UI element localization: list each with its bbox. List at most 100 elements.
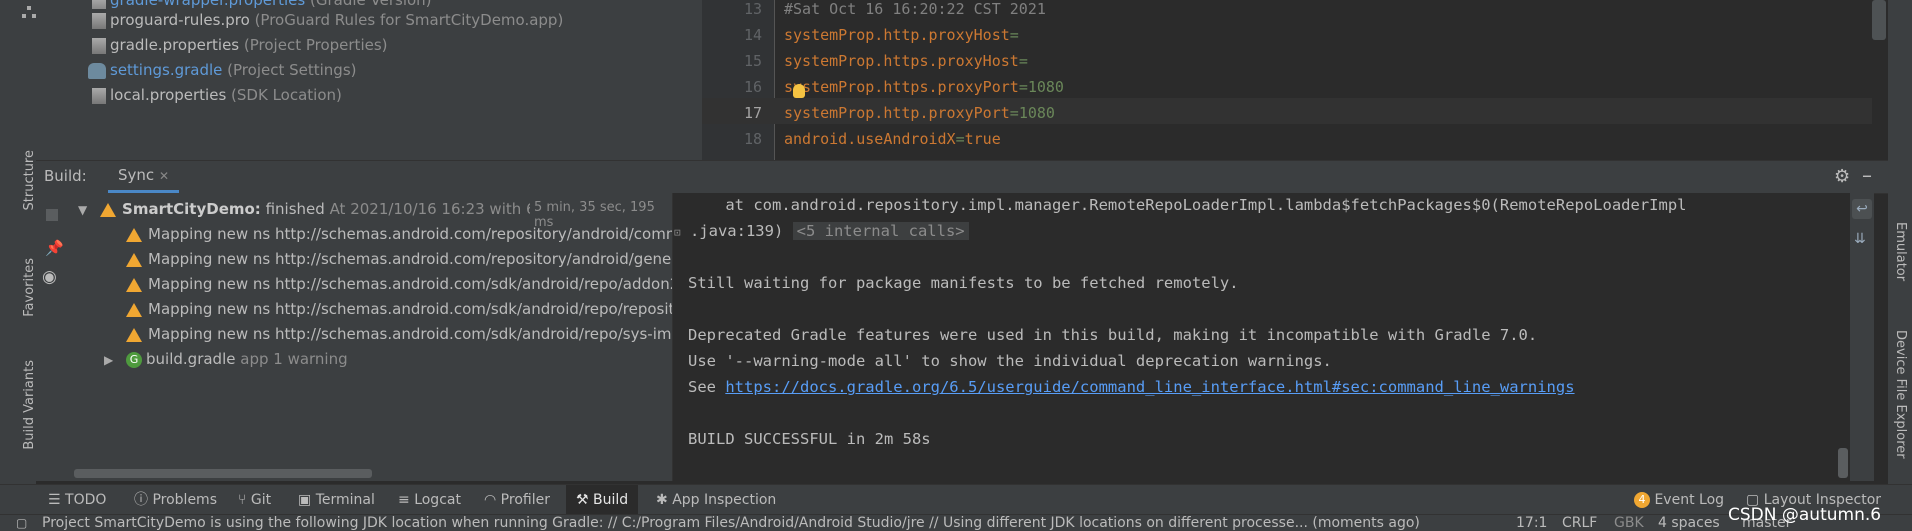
warning-icon [126,227,142,242]
warning-text: Mapping new ns http://schemas.android.co… [148,325,682,343]
console-line: Use '--warning-mode all' to show the ind… [688,352,1332,370]
warning-icon [100,202,117,217]
tab-label: Problems [152,492,217,508]
tree-warning-row[interactable]: Mapping new ns http://schemas.android.co… [126,297,674,322]
gradle-docs-link[interactable]: https://docs.gradle.org/6.5/userguide/co… [725,378,1574,396]
tab-sync-label: Sync [118,166,155,184]
favorites-tab[interactable]: Favorites [22,258,37,317]
emulator-tab[interactable]: Emulator [1893,222,1908,281]
build-tree: ▼ SmartCityDemo: finished At 2021/10/16 … [68,193,681,481]
tree-item-name: local.properties [110,86,227,104]
root-status: finished [265,200,325,218]
code-line: systemProp.http.proxyHost= [784,26,1019,44]
gear-icon[interactable]: ⚙ [1834,166,1850,187]
tab-todo[interactable]: ☰ TODO [48,485,106,515]
tab-app-inspection[interactable]: ✱ App Inspection [656,485,776,515]
tree-item-name: gradle.properties [110,36,240,54]
tree-warning-row[interactable]: Mapping new ns http://schemas.android.co… [126,322,681,347]
scroll-to-end-icon[interactable]: ⇊ [1854,231,1866,247]
warning-icon [126,252,142,267]
tree-item[interactable]: local.properties (SDK Location) [92,83,342,108]
tab-problems[interactable]: ⓘ Problems [134,485,217,515]
code-line: systemProp.https.proxyPort=1080 [784,78,1064,96]
tree-item[interactable]: settings.gradle (Project Settings) [88,58,357,83]
tab-build[interactable]: ⚒ Build [566,485,639,515]
warning-icon [126,302,142,317]
tab-sync[interactable]: Sync ✕ [108,161,179,193]
fold-icon[interactable]: ⊡ [674,226,681,239]
tab-label: Profiler [500,492,550,508]
indent-setting[interactable]: 4 spaces [1658,515,1720,531]
internal-calls-badge[interactable]: <5 internal calls> [792,222,969,240]
line-separator[interactable]: CRLF [1562,515,1597,531]
watermark: CSDN @autumn.6 [1728,505,1882,525]
tree-child-row[interactable]: ▶ Gbuild.gradle app 1 warning [104,347,348,372]
tree-item[interactable]: proguard-rules.pro (ProGuard Rules for S… [92,8,563,33]
tab-git[interactable]: ⑂ Git [238,485,271,515]
tree-item-name: settings.gradle [110,61,223,79]
warning-text: Mapping new ns http://schemas.android.co… [148,300,675,318]
tab-label: Terminal [315,492,375,508]
tree-item-hint: (Project Properties) [243,36,388,54]
caret-position[interactable]: 17:1 [1516,515,1547,531]
properties-file-icon [92,87,106,104]
tree-item[interactable]: gradle.properties (Project Properties) [92,33,388,58]
tab-terminal[interactable]: ▣ Terminal [298,485,375,515]
gauge-icon: ◠ [484,492,497,508]
console-scrollbar[interactable] [1838,448,1848,478]
minimize-icon[interactable]: – [1862,163,1872,187]
child-name: build.gradle [146,350,236,368]
structure-tab[interactable]: Structure [22,150,37,210]
file-icon [92,12,106,29]
close-icon[interactable]: ✕ [159,169,169,183]
code-line: android.useAndroidX=true [784,130,1001,148]
tab-label: TODO [65,492,107,508]
tree-warning-row[interactable]: Mapping new ns http://schemas.android.co… [126,222,680,247]
tree-item-hint: (Project Settings) [227,61,357,79]
horizontal-scrollbar[interactable] [74,469,372,478]
line-number: 17 [743,104,762,122]
hierarchy-icon[interactable] [22,4,36,18]
file-encoding[interactable]: GBK [1614,515,1644,531]
tree-item-hint: (ProGuard Rules for SmartCityDemo.app) [254,11,564,29]
pin-icon[interactable]: 📌 [45,239,64,257]
code-line-comment: #Sat Oct 16 16:20:22 CST 2021 [784,0,1046,18]
device-file-explorer-tab[interactable]: Device File Explorer [1893,330,1908,459]
tree-item-name: proguard-rules.pro [110,11,250,29]
console-text: See [688,378,726,396]
code-line: systemProp.http.proxyPort=1080 [784,104,1055,122]
status-toggle-icon[interactable]: ▢ [16,515,27,531]
console-line: at com.android.repository.impl.manager.R… [688,196,1687,214]
eye-icon[interactable]: ◉ [42,267,57,287]
line-number: 18 [743,130,762,148]
build-variants-tab[interactable]: Build Variants [22,360,37,450]
tab-event-log[interactable]: 4 Event Log [1634,485,1724,515]
tab-logcat[interactable]: ≡ Logcat [398,485,461,515]
chevron-right-icon[interactable]: ▶ [104,353,113,367]
soft-wrap-icon[interactable]: ↩ [1852,199,1872,219]
tree-warning-row[interactable]: Mapping new ns http://schemas.android.co… [126,247,677,272]
chevron-down-icon[interactable]: ▼ [78,203,87,217]
status-message[interactable]: Project SmartCityDemo is using the follo… [42,515,1476,531]
right-tool-strip: Emulator Device File Explorer [1887,0,1912,515]
tab-profiler[interactable]: ◠ Profiler [484,485,550,515]
tab-label: Build [593,492,629,508]
console-line: Deprecated Gradle features were used in … [688,326,1538,344]
console-line: ⊡ .java:139) <5 internal calls> [674,222,969,240]
build-root-item[interactable]: ▼ SmartCityDemo: finished At 2021/10/16 … [78,197,553,222]
code-line: systemProp.https.proxyHost= [784,52,1028,70]
warning-text: Mapping new ns http://schemas.android.co… [148,225,681,243]
prop-value: 1080 [1018,104,1055,122]
hammer-icon: ⚒ [576,492,589,508]
stop-icon[interactable] [46,209,58,221]
editor-scrollbar[interactable] [1872,0,1886,40]
tab-label: Git [250,492,272,508]
tree-warning-row[interactable]: Mapping new ns http://schemas.android.co… [126,272,679,297]
lightbulb-icon[interactable] [793,84,805,98]
warning-text: Mapping new ns http://schemas.android.co… [148,250,678,268]
warning-icon [126,327,142,342]
prop-key: systemProp.https.proxyHost [784,52,1019,70]
properties-file-icon [92,37,106,54]
console-text: .java:139) [689,222,784,240]
logcat-icon: ≡ [398,492,410,508]
